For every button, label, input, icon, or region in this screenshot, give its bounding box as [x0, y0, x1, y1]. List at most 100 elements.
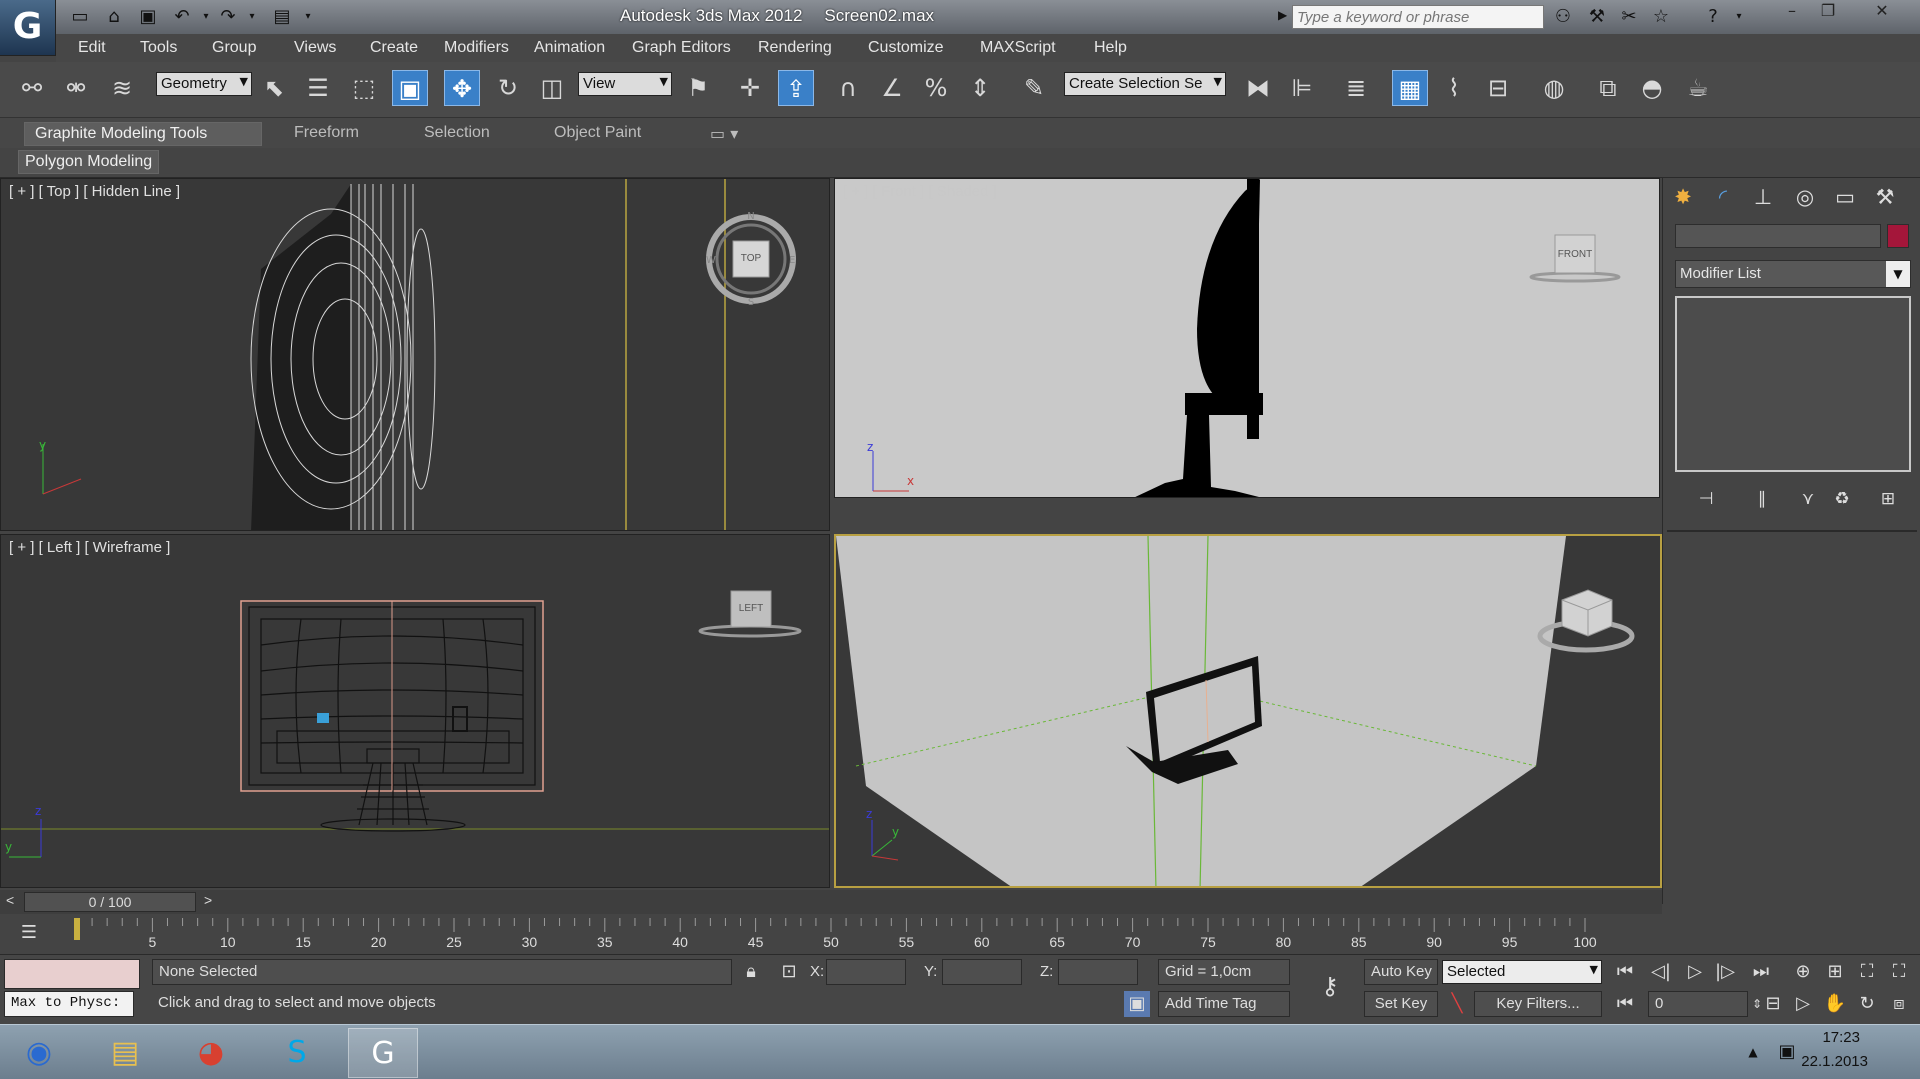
viewport-top[interactable]: y [ + ] [ Top ] [ Hidden Line ] N S W E …	[0, 178, 830, 531]
lock-selection-icon[interactable]: 🔒︎	[738, 959, 764, 985]
layer-manager-icon[interactable]: ≣	[1338, 70, 1374, 106]
track-bar[interactable]: ☰ 5 10 15 20 25 30 35 40 45 50 55 60 65 70 75 80 85 90 95 1…	[0, 914, 1662, 954]
schematic-view-icon[interactable]: ⊟	[1480, 70, 1516, 106]
utilities-tab-icon[interactable]: ⚒	[1869, 182, 1901, 212]
object-name-field[interactable]	[1675, 224, 1881, 248]
hierarchy-tab-icon[interactable]: ⊥	[1747, 182, 1779, 212]
viewport-left[interactable]: z y [ + ] [ Left ] [ Wireframe ] LEFT	[0, 534, 830, 888]
set-keys-icon[interactable]: ╲	[1444, 991, 1470, 1017]
menu-animation[interactable]: Animation	[534, 39, 605, 57]
modifier-list-dropdown[interactable]: Modifier List ▼	[1675, 260, 1911, 288]
zoom-extents-all-icon[interactable]: ⛶	[1886, 959, 1912, 985]
zoom-extents-icon[interactable]: ⛶	[1854, 959, 1880, 985]
z-coordinate-field[interactable]	[1058, 959, 1138, 985]
previous-frame-icon[interactable]: ◁|	[1648, 959, 1674, 985]
play-icon[interactable]: ▷	[1682, 959, 1708, 985]
binoculars-icon[interactable]: ⚇	[1550, 5, 1576, 29]
go-to-start-icon[interactable]: ⏮	[1612, 959, 1638, 985]
render-setup-icon[interactable]: ⧉	[1590, 70, 1626, 106]
menu-create[interactable]: Create	[370, 39, 418, 57]
motion-tab-icon[interactable]: ◎	[1789, 182, 1821, 212]
tab-graphite-modeling-tools[interactable]: Graphite Modeling Tools	[24, 122, 262, 146]
add-time-tag-button[interactable]: Add Time Tag	[1158, 991, 1290, 1017]
application-menu-button[interactable]: G	[0, 0, 56, 56]
material-editor-icon[interactable]: ◍	[1536, 70, 1572, 106]
select-object-icon[interactable]: ⬉	[256, 70, 292, 106]
select-and-move-icon[interactable]: ✥	[444, 70, 480, 106]
viewcube-left[interactable]: LEFT	[695, 587, 805, 643]
menu-help[interactable]: Help	[1094, 39, 1127, 57]
ribbon-options-icon[interactable]: ▭ ▾	[700, 122, 748, 146]
search-input[interactable]: Type a keyword or phrase	[1292, 5, 1544, 29]
network-icon[interactable]: ▣	[1774, 1039, 1800, 1065]
make-unique-icon[interactable]: ⋎	[1793, 486, 1823, 512]
angle-snap-icon[interactable]: ∠	[874, 70, 910, 106]
absolute-mode-icon[interactable]: ⊡	[776, 959, 802, 985]
help-dropdown-icon[interactable]: ▾	[1726, 5, 1752, 29]
x-coordinate-field[interactable]	[826, 959, 906, 985]
minimize-icon[interactable]: –	[1774, 0, 1810, 24]
named-selection-sets-dropdown[interactable]: Create Selection Se ▼	[1064, 72, 1226, 96]
favorites-star-icon[interactable]: ☆	[1648, 5, 1674, 29]
time-tag-icon[interactable]: ▣	[1124, 991, 1150, 1017]
viewport-label-front[interactable]: [ + ] [ Front ] [ Shaded ]	[843, 183, 997, 200]
edit-named-selection-icon[interactable]: ✎	[1016, 70, 1052, 106]
project-folder-icon[interactable]: ▤	[270, 5, 294, 29]
menu-customize[interactable]: Customize	[868, 39, 944, 57]
tab-freeform[interactable]: Freeform	[284, 122, 369, 146]
menu-group[interactable]: Group	[212, 39, 256, 57]
maxscript-mini-listener-top[interactable]	[4, 959, 140, 989]
configure-modifier-sets-icon[interactable]: ⊞	[1873, 486, 1903, 512]
select-by-name-icon[interactable]: ☰	[300, 70, 336, 106]
key-icon[interactable]: ⚷	[1310, 973, 1350, 999]
pin-stack-icon[interactable]: ⊣	[1691, 486, 1721, 512]
time-slider[interactable]: < 0 / 100 >	[0, 890, 1662, 914]
percent-snap-icon[interactable]: %	[918, 70, 954, 106]
create-tab-icon[interactable]: ✸	[1667, 182, 1699, 212]
keyboard-shortcut-override-icon[interactable]: ⇪	[778, 70, 814, 106]
manipulate-icon[interactable]: ✛	[732, 70, 768, 106]
maxscript-mini-listener[interactable]: Max to Physc:	[4, 991, 134, 1017]
chrome-icon[interactable]: ◕	[176, 1028, 246, 1078]
save-file-icon[interactable]: ▣	[136, 5, 160, 29]
set-key-button[interactable]: Set Key	[1364, 991, 1438, 1017]
key-mode-toggle-icon[interactable]: ⏮	[1612, 991, 1638, 1017]
help-icon[interactable]: ?	[1700, 5, 1726, 29]
select-and-scale-icon[interactable]: ◫	[534, 70, 570, 106]
unlink-icon[interactable]: ⚮	[58, 70, 94, 106]
zoom-all-icon[interactable]: ⊞	[1822, 959, 1848, 985]
viewcube-top[interactable]: N S W E TOP	[703, 211, 799, 308]
mirror-icon[interactable]: ⧓	[1240, 70, 1276, 106]
viewport-label-top[interactable]: [ + ] [ Top ] [ Hidden Line ]	[9, 183, 180, 200]
selection-filter-dropdown[interactable]: Geometry ▼	[156, 72, 252, 96]
new-file-icon[interactable]: ▭	[68, 5, 92, 29]
graphite-modeling-toggle-icon[interactable]: ▦	[1392, 70, 1428, 106]
select-and-rotate-icon[interactable]: ↻	[490, 70, 526, 106]
remove-modifier-icon[interactable]: ♻	[1827, 486, 1857, 512]
bind-space-warp-icon[interactable]: ≋	[104, 70, 140, 106]
viewcube-front[interactable]: FRONT	[1525, 231, 1625, 287]
snaps-toggle-icon[interactable]: ∩	[830, 70, 866, 106]
undo-dropdown-icon[interactable]: ▾	[194, 5, 218, 29]
key-filters-button[interactable]: Key Filters...	[1474, 991, 1602, 1017]
maximize-viewport-icon[interactable]: ⧈	[1886, 991, 1912, 1017]
viewcube-perspective[interactable]	[1532, 578, 1636, 658]
rectangular-selection-icon[interactable]: ⬚	[346, 70, 382, 106]
go-to-end-icon[interactable]: ⏭	[1748, 959, 1774, 985]
tab-object-paint[interactable]: Object Paint	[544, 122, 651, 146]
search-expand-icon[interactable]: ▶	[1278, 8, 1287, 22]
render-production-icon[interactable]: ☕	[1680, 70, 1716, 106]
clock-time[interactable]: 17:23	[1822, 1029, 1860, 1046]
redo-icon[interactable]: ↷	[216, 5, 240, 29]
menu-views[interactable]: Views	[294, 39, 336, 57]
undo-icon[interactable]: ↶	[170, 5, 194, 29]
orbit-icon[interactable]: ↻	[1854, 991, 1880, 1017]
modifier-stack-list[interactable]	[1675, 296, 1911, 472]
close-icon[interactable]: ✕	[1864, 0, 1900, 24]
time-slider-prev[interactable]: <	[6, 892, 14, 908]
window-crossing-icon[interactable]: ▣	[392, 70, 428, 106]
next-frame-icon[interactable]: |▷	[1712, 959, 1738, 985]
3dsmax-taskbar-icon[interactable]: G	[348, 1028, 418, 1078]
pivot-point-icon[interactable]: ⚑	[680, 70, 716, 106]
reference-coordinate-dropdown[interactable]: View ▼	[578, 72, 672, 96]
